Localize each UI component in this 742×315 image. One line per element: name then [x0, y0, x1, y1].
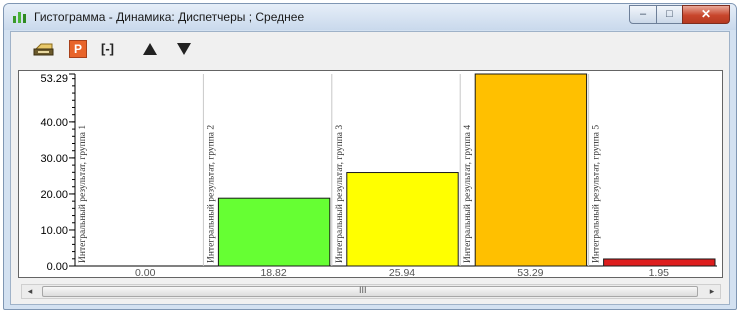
histogram-window: Гистограмма - Динамика: Диспетчеры ; Сре… — [3, 3, 737, 310]
y-tick-label: 10.00 — [40, 225, 68, 237]
category-label: Интегральный результат, группа 3 — [334, 125, 345, 263]
bar — [474, 73, 588, 267]
y-tick-label: 53.29 — [40, 73, 68, 85]
print-icon[interactable] — [33, 40, 55, 58]
triangle-up-icon[interactable] — [141, 40, 159, 58]
chart-svg: 0.00 10.00 20.00 30.00 40.00 53.29 Интегральны… — [40, 73, 717, 277]
y-tick-label: 20.00 — [40, 189, 68, 201]
horizontal-scrollbar[interactable]: ◂ III ▸ — [21, 284, 721, 299]
value-label: 25.94 — [389, 267, 415, 277]
value-label: 53.29 — [517, 267, 543, 277]
close-button[interactable]: ✕ — [682, 5, 730, 24]
y-tick-label: 40.00 — [40, 117, 68, 129]
triangle-down-icon[interactable] — [175, 40, 193, 58]
y-tick-label: 30.00 — [40, 153, 68, 165]
scroll-right-arrow[interactable]: ▸ — [704, 284, 720, 299]
scroll-thumb[interactable]: III — [42, 285, 698, 297]
value-label: 18.82 — [260, 267, 286, 277]
window-title: Гистограмма - Динамика: Диспетчеры ; Сре… — [34, 10, 305, 24]
bar — [346, 172, 459, 267]
histogram-chart: 0.00 10.00 20.00 30.00 40.00 53.29 Интегральны… — [18, 70, 723, 278]
category-label: Интегральный результат, группа 5 — [591, 125, 602, 263]
p-letter-icon: P — [69, 40, 87, 58]
minimize-button[interactable]: – — [629, 5, 657, 24]
toolbar: P [-] — [11, 32, 729, 65]
title-bar[interactable]: Гистограмма - Динамика: Диспетчеры ; Сре… — [4, 4, 736, 30]
y-tick-label: 0.00 — [47, 261, 68, 273]
bar — [603, 258, 716, 267]
category-label: Интегральный результат, группа 2 — [205, 125, 216, 263]
maximize-button[interactable]: □ — [656, 5, 683, 24]
value-label: 0.00 — [135, 267, 156, 277]
client-area: P [-] 0.00 10.00 20.00 30.00 40.00 53.29 Интег… — [10, 31, 730, 305]
value-label: 1.95 — [649, 267, 670, 277]
bracket-range-icon[interactable]: [-] — [101, 40, 125, 58]
scroll-grip: III — [359, 285, 367, 295]
category-label: Интегральный результат, группа 4 — [462, 125, 473, 263]
scroll-left-arrow[interactable]: ◂ — [22, 284, 38, 299]
p-button[interactable]: P — [69, 40, 87, 58]
category-label: Интегральный результат, группа 1 — [77, 125, 88, 263]
app-icon — [13, 12, 26, 23]
bar — [217, 197, 331, 267]
